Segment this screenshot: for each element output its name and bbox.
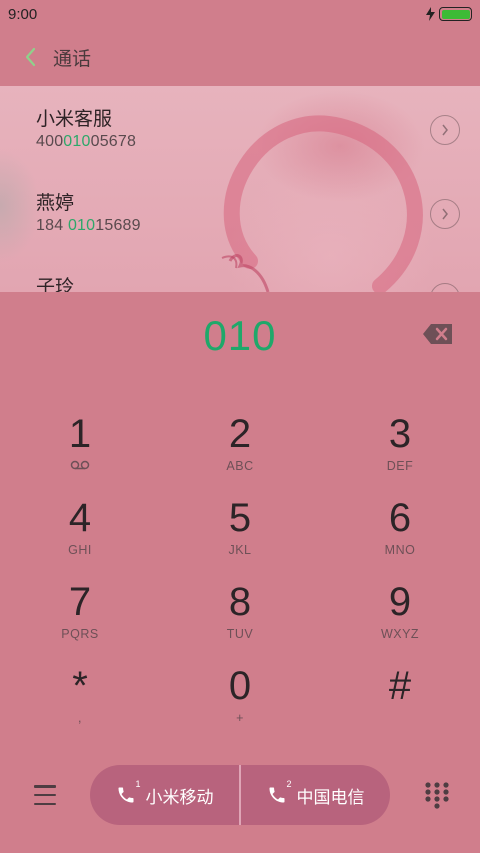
battery-level: [441, 9, 470, 19]
key-letters: MNO: [384, 543, 416, 557]
chevron-right-icon: [442, 208, 448, 220]
key-digit: #: [388, 664, 412, 708]
key-0[interactable]: 0 +: [160, 646, 320, 730]
call-sim1-button[interactable]: 1 小米移动: [90, 765, 239, 825]
sim-number: 1: [135, 779, 141, 789]
key-2[interactable]: 2 ABC: [160, 394, 320, 478]
page-title: 通话: [53, 47, 92, 70]
dial-keypad: 1 2 ABC 3 DEF 4 GHI 5 JKL 6 MNO 7 PQRS 8…: [0, 394, 480, 734]
list-item[interactable]: 小米客服 40001005678: [0, 86, 480, 170]
dialpad-icon[interactable]: [422, 780, 452, 810]
phone-sim2-icon: 2: [267, 779, 292, 806]
key-9[interactable]: 9 WXYZ: [320, 562, 480, 646]
contact-detail-button[interactable]: [430, 199, 460, 229]
key-digit: 8: [228, 580, 252, 624]
contact-detail-button[interactable]: [430, 115, 460, 145]
key-digit: 9: [388, 580, 412, 624]
key-digit: 1: [68, 412, 92, 456]
contact-name: 子玲: [36, 276, 75, 292]
contact-name: 燕婷: [36, 192, 75, 214]
menu-line: [34, 802, 56, 805]
key-digit: 2: [228, 412, 252, 456]
key-6[interactable]: 6 MNO: [320, 478, 480, 562]
key-digit: 5: [228, 496, 252, 540]
call-button-group: 1 小米移动 2 中国电信: [90, 765, 390, 825]
key-letters: TUV: [226, 627, 254, 641]
key-letters: DEF: [386, 459, 414, 473]
status-icons: [426, 7, 472, 21]
number-match: 010: [67, 217, 96, 234]
dialed-number: 010: [203, 312, 277, 359]
key-hash[interactable]: #: [320, 646, 480, 730]
key-letters: ,: [78, 711, 82, 725]
key-letters: ABC: [226, 459, 254, 473]
app-header: 通话: [0, 28, 480, 86]
key-5[interactable]: 5 JKL: [160, 478, 320, 562]
key-digit: 0: [228, 664, 252, 708]
voicemail-icon: [70, 460, 90, 470]
list-item[interactable]: 燕婷 184 01015689: [0, 170, 480, 254]
contact-number: 40001005678: [36, 133, 136, 151]
lightning-icon: [426, 7, 435, 21]
number-suffix: 15689: [95, 217, 141, 234]
key-4[interactable]: 4 GHI: [0, 478, 160, 562]
key-8[interactable]: 8 TUV: [160, 562, 320, 646]
carrier-label: 小米移动: [145, 787, 214, 808]
chevron-left-icon: [25, 47, 36, 67]
key-letters: GHI: [68, 543, 92, 557]
key-digit: 6: [388, 496, 412, 540]
call-sim2-button[interactable]: 2 中国电信: [241, 765, 390, 825]
key-digit: 4: [68, 496, 92, 540]
key-digit: *: [72, 664, 88, 708]
search-results-list: 小米客服 40001005678 燕婷 184 01015689 子玲: [0, 86, 480, 292]
key-star[interactable]: * ,: [0, 646, 160, 730]
number-suffix: 05678: [90, 133, 137, 150]
battery-icon: [439, 7, 472, 21]
bottom-action-bar: 1 小米移动 2 中国电信: [0, 765, 480, 825]
menu-line: [34, 785, 56, 788]
key-letters: JKL: [228, 543, 252, 557]
backspace-icon: [423, 324, 452, 344]
key-letters: WXYZ: [380, 627, 420, 641]
key-digit: 3: [388, 412, 412, 456]
dial-display: 010: [0, 292, 480, 384]
contact-detail-button[interactable]: [430, 283, 460, 292]
key-letters: +: [236, 711, 244, 725]
number-prefix: 400: [36, 133, 64, 150]
key-3[interactable]: 3 DEF: [320, 394, 480, 478]
delete-button[interactable]: [422, 322, 454, 346]
phone-sim1-icon: 1: [116, 779, 141, 806]
back-button[interactable]: [10, 37, 50, 77]
key-letters: PQRS: [61, 627, 99, 641]
contact-number: 184 01015689: [36, 217, 141, 235]
contact-name: 小米客服: [36, 108, 113, 130]
number-prefix: 184: [36, 217, 68, 234]
sim-number: 2: [286, 779, 292, 789]
chevron-right-icon: [442, 124, 448, 136]
list-item[interactable]: 子玲: [0, 254, 480, 292]
hamburger-menu-icon[interactable]: [27, 779, 63, 811]
number-match: 010: [63, 133, 91, 150]
key-7[interactable]: 7 PQRS: [0, 562, 160, 646]
key-1[interactable]: 1: [0, 394, 160, 478]
status-time: 9:00: [8, 5, 38, 23]
key-digit: 7: [68, 580, 92, 624]
status-bar: 9:00: [0, 0, 480, 28]
carrier-label: 中国电信: [296, 787, 365, 808]
menu-line: [34, 793, 56, 797]
